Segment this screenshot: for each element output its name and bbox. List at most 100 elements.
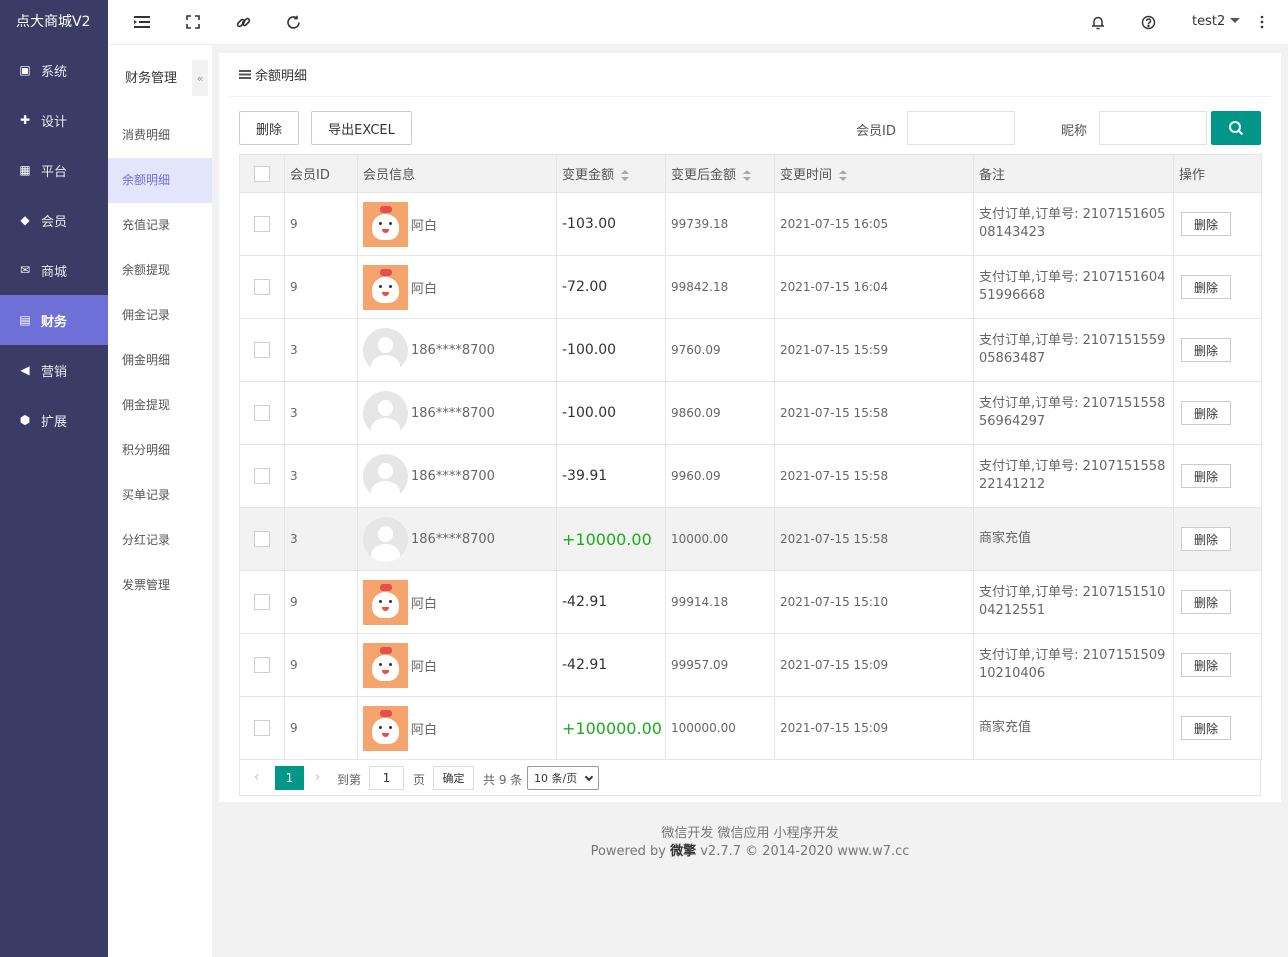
subnav-item[interactable]: 余额提现 bbox=[108, 248, 212, 293]
table-row: 3 186****8700 -100.00 9860.09 2021-07-15 15:… bbox=[239, 381, 1262, 445]
row-checkbox[interactable] bbox=[254, 342, 270, 358]
subnav-item[interactable]: 充值记录 bbox=[108, 203, 212, 248]
subnav-item[interactable]: 买单记录 bbox=[108, 473, 212, 518]
nav-item-3[interactable]: ◆ 会员 bbox=[0, 195, 108, 245]
brand-title: 点大商城V2 bbox=[16, 14, 91, 30]
select-all-header bbox=[239, 154, 285, 193]
balance-table: 会员ID 会员信息 变更金额 变更后金额 变更时间 备注 操作 9 阿白 -103.… bbox=[239, 154, 1262, 760]
chevron-down-icon bbox=[584, 772, 594, 782]
fullscreen-icon[interactable] bbox=[184, 13, 202, 31]
subnav-item[interactable]: 消费明细 bbox=[108, 113, 212, 158]
member-info: 186****8700 bbox=[363, 516, 551, 562]
collapse-left-icon[interactable]: « bbox=[192, 60, 208, 96]
avatar-eye bbox=[379, 284, 382, 288]
header-member-info: 会员信息 bbox=[357, 154, 557, 193]
nav-item-5[interactable]: ▤ 财务 bbox=[0, 295, 108, 345]
user-menu[interactable]: test2 bbox=[1192, 14, 1241, 29]
footer-links[interactable]: 微信开发 微信应用 小程序开发 bbox=[212, 825, 1288, 843]
avatar-eye bbox=[379, 662, 382, 666]
sort-icon[interactable] bbox=[839, 170, 848, 181]
member-name: 186****8700 bbox=[411, 531, 495, 547]
bulk-delete-button[interactable]: 删除 bbox=[239, 111, 299, 145]
link-icon[interactable] bbox=[234, 13, 252, 31]
nav-item-1[interactable]: ✚ 设计 bbox=[0, 95, 108, 145]
actions-cell: 删除 bbox=[1173, 192, 1262, 256]
subnav-item[interactable]: 佣金明细 bbox=[108, 338, 212, 383]
row-checkbox[interactable] bbox=[254, 594, 270, 610]
subnav-item[interactable]: 佣金提现 bbox=[108, 383, 212, 428]
subnav-item[interactable]: 余额明细 bbox=[108, 158, 212, 203]
actions-cell: 删除 bbox=[1173, 633, 1262, 697]
avatar-mouth bbox=[382, 291, 389, 296]
avatar-head bbox=[378, 399, 393, 416]
goto-page-input[interactable]: 1 bbox=[369, 766, 404, 790]
menu-toggle-icon[interactable] bbox=[133, 13, 151, 31]
current-page[interactable]: 1 bbox=[275, 766, 304, 790]
bell-icon[interactable] bbox=[1089, 13, 1107, 31]
more-vertical-icon[interactable] bbox=[1253, 13, 1271, 31]
row-delete-button[interactable]: 删除 bbox=[1181, 464, 1231, 488]
row-checkbox[interactable] bbox=[254, 405, 270, 421]
after-amount-cell: 99957.09 bbox=[665, 633, 775, 697]
export-excel-button[interactable]: 导出EXCEL bbox=[311, 111, 412, 145]
after-amount-cell: 9860.09 bbox=[665, 381, 775, 445]
row-checkbox[interactable] bbox=[254, 720, 270, 736]
row-delete-button[interactable]: 删除 bbox=[1181, 716, 1231, 740]
sort-icon[interactable] bbox=[621, 170, 630, 181]
row-checkbox[interactable] bbox=[254, 468, 270, 484]
change-amount: -103.00 bbox=[562, 216, 617, 232]
select-all-checkbox[interactable] bbox=[254, 165, 270, 182]
row-delete-button[interactable]: 删除 bbox=[1181, 212, 1231, 236]
avatar-head bbox=[378, 525, 393, 542]
row-select-cell bbox=[239, 444, 285, 508]
row-checkbox[interactable] bbox=[254, 279, 270, 295]
row-delete-button[interactable]: 删除 bbox=[1181, 275, 1231, 299]
total-count: 共 9 条 bbox=[483, 773, 523, 787]
member-info-cell: 阿白 bbox=[357, 192, 557, 256]
next-page-icon[interactable]: › bbox=[315, 770, 320, 785]
search-button[interactable] bbox=[1211, 111, 1261, 145]
amount-cell: -72.00 bbox=[556, 255, 666, 319]
help-icon[interactable] bbox=[1139, 13, 1157, 31]
subnav-item[interactable]: 佣金记录 bbox=[108, 293, 212, 338]
subnav-item[interactable]: 发票管理 bbox=[108, 563, 212, 608]
nickname-input[interactable] bbox=[1099, 111, 1207, 145]
main-nav: ▣ 系统 ✚ 设计 ▦ 平台 ◆ 会员 ✉ 商城 ▤ 财务 ◀ 营销 ⬢ 扩展 bbox=[0, 45, 108, 445]
nav-item-0[interactable]: ▣ 系统 bbox=[0, 45, 108, 95]
refresh-icon[interactable] bbox=[284, 13, 302, 31]
sort-icon[interactable] bbox=[743, 170, 752, 181]
member-id-input[interactable] bbox=[907, 111, 1015, 145]
row-checkbox[interactable] bbox=[254, 531, 270, 547]
row-delete-button[interactable]: 删除 bbox=[1181, 590, 1231, 614]
row-delete-button[interactable]: 删除 bbox=[1181, 527, 1231, 551]
row-checkbox[interactable] bbox=[254, 657, 270, 673]
subnav-list: 消费明细 余额明细 充值记录 余额提现 佣金记录 佣金明细 佣金提现 积分明细 买单记录 分红记录… bbox=[108, 113, 212, 608]
change-amount: -100.00 bbox=[562, 342, 617, 358]
row-delete-button[interactable]: 删除 bbox=[1181, 653, 1231, 677]
nav-item-2[interactable]: ▦ 平台 bbox=[0, 145, 108, 195]
avatar-eye bbox=[389, 599, 392, 603]
actions-cell: 删除 bbox=[1173, 255, 1262, 319]
nav-item-6[interactable]: ◀ 营销 bbox=[0, 345, 108, 395]
nav-item-4[interactable]: ✉ 商城 bbox=[0, 245, 108, 295]
prev-page-icon[interactable]: ‹ bbox=[254, 770, 259, 785]
page-size-select[interactable]: 10 条/页 bbox=[527, 766, 599, 790]
pagination: ‹ 1 › 到第 1 页 确定 共 9 条 10 条/页 bbox=[239, 760, 1261, 796]
nav-item-7[interactable]: ⬢ 扩展 bbox=[0, 395, 108, 445]
goto-confirm-button[interactable]: 确定 bbox=[433, 766, 474, 790]
header-change-time[interactable]: 变更时间 bbox=[774, 154, 974, 193]
member-info: 阿白 bbox=[363, 264, 551, 310]
after-amount-cell: 99739.18 bbox=[665, 192, 775, 256]
main-sidebar: 点大商城V2 ▣ 系统 ✚ 设计 ▦ 平台 ◆ 会员 ✉ 商城 ▤ 财务 ◀ 营销 ⬢ 扩展 bbox=[0, 0, 108, 957]
member-info: 186****8700 bbox=[363, 453, 551, 499]
row-checkbox[interactable] bbox=[254, 216, 270, 232]
header-after-amount[interactable]: 变更后金额 bbox=[665, 154, 775, 193]
header-change-amount[interactable]: 变更金额 bbox=[556, 154, 666, 193]
row-delete-button[interactable]: 删除 bbox=[1181, 401, 1231, 425]
nickname-label: 昵称 bbox=[1061, 124, 1088, 139]
nav-item-label: 系统 bbox=[41, 64, 68, 80]
subnav-item[interactable]: 积分明细 bbox=[108, 428, 212, 473]
row-delete-button[interactable]: 删除 bbox=[1181, 338, 1231, 362]
nav-item-label: 商城 bbox=[41, 264, 68, 280]
subnav-item[interactable]: 分红记录 bbox=[108, 518, 212, 563]
